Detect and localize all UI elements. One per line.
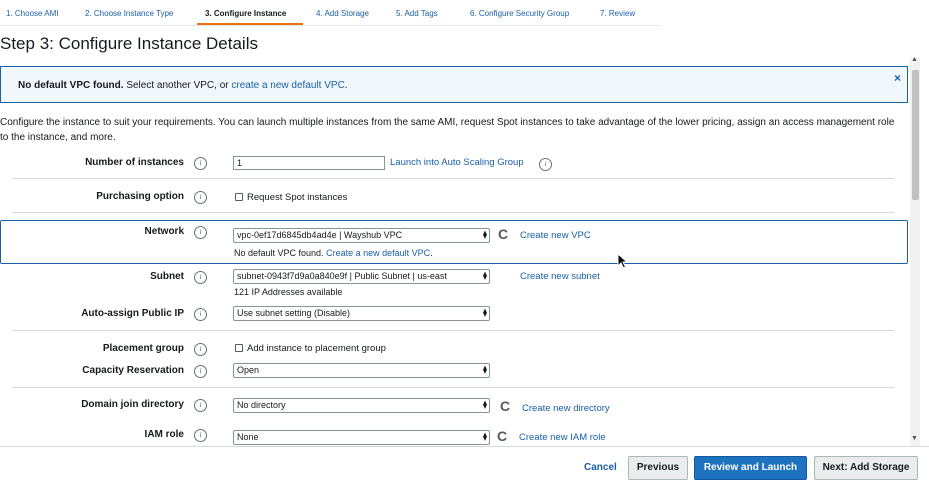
tab-review[interactable]: 7. Review xyxy=(600,9,635,18)
scrollbar-thumb[interactable] xyxy=(912,70,919,200)
launch-into-asg-link[interactable]: Launch into Auto Scaling Group xyxy=(390,157,524,168)
review-and-launch-button[interactable]: Review and Launch xyxy=(694,456,807,480)
create-new-iam-role-link[interactable]: Create new IAM role xyxy=(519,432,606,443)
info-icon[interactable]: i xyxy=(194,308,207,321)
tab-configure-security-group[interactable]: 6. Configure Security Group xyxy=(470,9,569,18)
chevron-down-icon: ⧫ xyxy=(483,400,487,409)
alert-message: No default VPC found. Select another VPC… xyxy=(18,80,348,91)
subnet-select[interactable]: subnet-0943f7d9a0a840e9f | Public Subnet… xyxy=(233,269,490,284)
alert-suffix: . xyxy=(344,80,348,91)
no-default-vpc-alert: No default VPC found. Select another VPC… xyxy=(0,66,908,103)
divider xyxy=(12,330,894,331)
label-placement-group: Placement group xyxy=(102,343,184,354)
network-select-value: vpc-0ef17d6845db4ad4e | Wayshub VPC xyxy=(237,230,403,240)
placement-group-checkbox-label: Add instance to placement group xyxy=(247,343,386,354)
number-of-instances-input[interactable]: 1 xyxy=(233,156,385,170)
tabs-divider xyxy=(0,25,660,26)
info-icon[interactable]: i xyxy=(539,158,552,171)
alert-text: Select another VPC, or xyxy=(123,80,232,91)
network-warning-suffix: . xyxy=(430,248,433,258)
tab-configure-instance[interactable]: 3. Configure Instance xyxy=(205,9,286,18)
info-icon[interactable]: i xyxy=(194,191,207,204)
network-select[interactable]: vpc-0ef17d6845db4ad4e | Wayshub VPC ⧫ xyxy=(233,228,490,243)
label-purchasing-option: Purchasing option xyxy=(96,191,184,202)
info-icon[interactable]: i xyxy=(194,365,207,378)
request-spot-label: Request Spot instances xyxy=(247,192,348,203)
create-new-subnet-link[interactable]: Create new subnet xyxy=(520,271,600,282)
iam-role-select[interactable]: None ⧫ xyxy=(233,430,490,445)
info-icon[interactable]: i xyxy=(194,157,207,170)
chevron-down-icon: ⧫ xyxy=(483,365,487,374)
auto-assign-public-ip-value: Use subnet setting (Disable) xyxy=(237,308,351,318)
chevron-down-icon: ⧫ xyxy=(483,432,487,441)
subnet-select-value: subnet-0943f7d9a0a840e9f | Public Subnet… xyxy=(237,271,447,281)
info-icon[interactable]: i xyxy=(194,343,207,356)
auto-assign-public-ip-select[interactable]: Use subnet setting (Disable) ⧫ xyxy=(233,306,490,321)
label-auto-assign-public-ip: Auto-assign Public IP xyxy=(81,308,184,319)
network-warning: No default VPC found. Create a new defau… xyxy=(234,248,433,258)
divider xyxy=(12,387,894,388)
alert-bold-text: No default VPC found. xyxy=(18,80,124,91)
subnet-ip-count: 121 IP Addresses available xyxy=(234,287,343,297)
wizard-tabs: 1. Choose AMI 2. Choose Instance Type 3.… xyxy=(0,0,929,26)
info-icon[interactable]: i xyxy=(194,226,207,239)
scroll-down-icon[interactable]: ▼ xyxy=(911,435,918,442)
label-network: Network xyxy=(144,226,184,237)
tab-add-tags[interactable]: 5. Add Tags xyxy=(396,9,438,18)
tab-choose-ami[interactable]: 1. Choose AMI xyxy=(6,9,58,18)
tab-add-storage[interactable]: 4. Add Storage xyxy=(316,9,369,18)
label-subnet: Subnet xyxy=(150,271,184,282)
chevron-down-icon: ⧫ xyxy=(483,230,487,239)
label-number-of-instances: Number of instances xyxy=(85,157,184,168)
refresh-icon[interactable]: C xyxy=(498,226,508,242)
create-new-vpc-link[interactable]: Create new VPC xyxy=(520,230,591,241)
capacity-reservation-value: Open xyxy=(237,365,260,375)
network-warning-text: No default VPC found. xyxy=(234,248,324,258)
mouse-cursor-icon xyxy=(617,253,629,269)
create-new-directory-link[interactable]: Create new directory xyxy=(522,403,610,414)
chevron-down-icon: ⧫ xyxy=(483,271,487,280)
iam-role-value: None xyxy=(237,432,259,442)
refresh-icon[interactable]: C xyxy=(497,428,507,444)
info-icon[interactable]: i xyxy=(194,271,207,284)
label-iam-role: IAM role xyxy=(144,429,184,440)
info-icon[interactable]: i xyxy=(194,429,207,442)
refresh-icon[interactable]: C xyxy=(500,398,510,414)
label-capacity-reservation: Capacity Reservation xyxy=(82,365,184,376)
scroll-up-icon[interactable]: ▲ xyxy=(911,56,918,63)
info-icon[interactable]: i xyxy=(194,399,207,412)
placement-group-checkbox[interactable] xyxy=(235,344,243,352)
domain-join-directory-select[interactable]: No directory ⧫ xyxy=(233,398,490,413)
create-default-vpc-link[interactable]: Create a new default VPC xyxy=(326,248,430,258)
capacity-reservation-select[interactable]: Open ⧫ xyxy=(233,363,490,378)
previous-button[interactable]: Previous xyxy=(628,456,688,480)
close-icon[interactable]: × xyxy=(894,71,901,85)
chevron-down-icon: ⧫ xyxy=(483,308,487,317)
divider xyxy=(12,178,894,179)
page-title: Step 3: Configure Instance Details xyxy=(0,34,258,53)
create-default-vpc-link[interactable]: create a new default VPC xyxy=(231,80,344,91)
label-domain-join-directory: Domain join directory xyxy=(81,399,184,410)
request-spot-checkbox[interactable] xyxy=(235,193,243,201)
next-add-storage-button[interactable]: Next: Add Storage xyxy=(814,456,918,480)
tab-choose-instance-type[interactable]: 2. Choose Instance Type xyxy=(85,9,173,18)
page-description: Configure the instance to suit your requ… xyxy=(0,117,895,143)
domain-join-directory-value: No directory xyxy=(237,400,286,410)
divider xyxy=(12,212,894,213)
cancel-button[interactable]: Cancel xyxy=(584,462,617,473)
